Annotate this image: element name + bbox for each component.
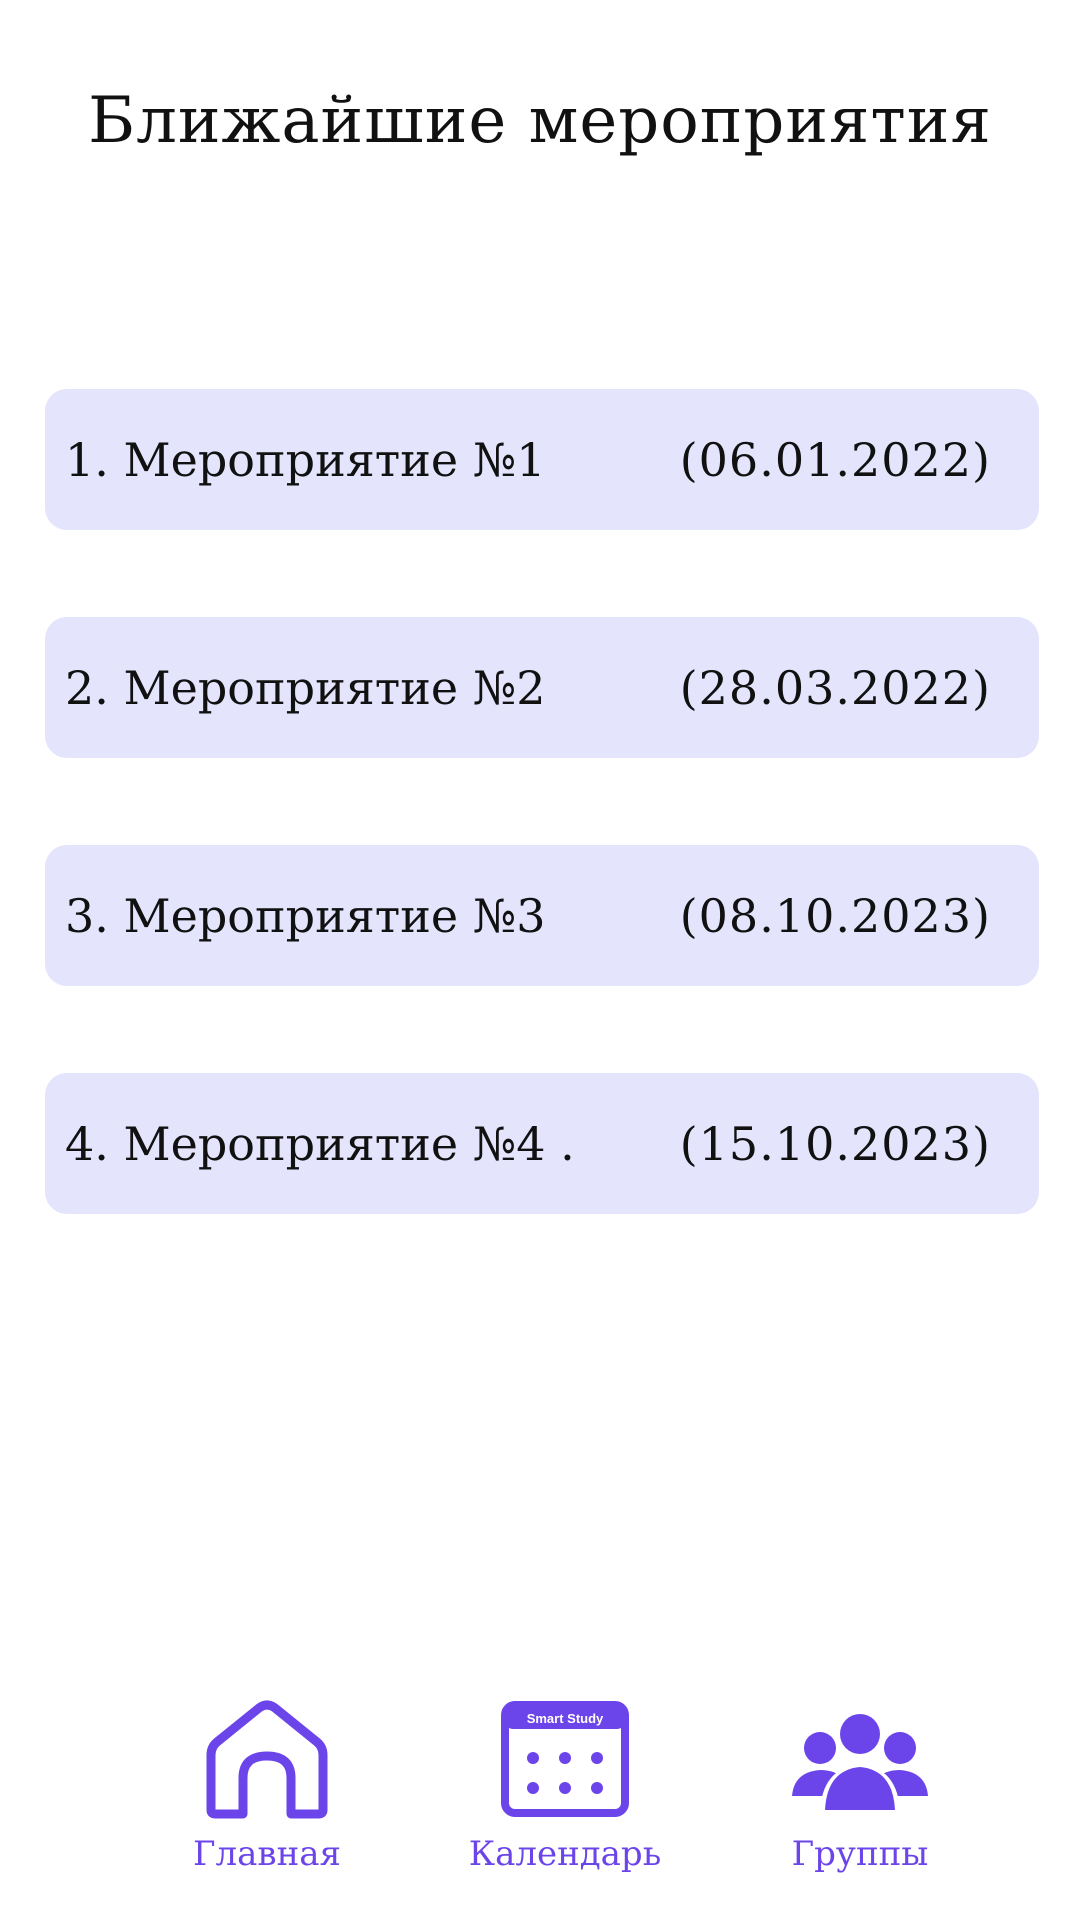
nav-calendar-button[interactable]: Smart Study Календарь	[445, 1700, 685, 1874]
event-date: (08.10.2023)	[679, 888, 991, 943]
event-date: (15.10.2023)	[679, 1116, 991, 1171]
event-card[interactable]: 3. Мероприятие №3 (08.10.2023)	[45, 845, 1039, 986]
event-card[interactable]: 2. Мероприятие №2 (28.03.2022)	[45, 617, 1039, 758]
event-date: (06.01.2022)	[679, 432, 991, 487]
home-icon	[206, 1700, 328, 1819]
page-title: Ближайшие мероприятия	[88, 84, 992, 158]
calendar-icon: Smart Study	[501, 1701, 629, 1817]
nav-home-label: Главная	[193, 1834, 341, 1874]
nav-calendar-label: Календарь	[468, 1834, 662, 1874]
event-card[interactable]: 4. Мероприятие №4 . (15.10.2023)	[45, 1073, 1039, 1214]
nav-home-button[interactable]: Главная	[147, 1700, 387, 1874]
event-card[interactable]: 1. Мероприятие №1 (06.01.2022)	[45, 389, 1039, 530]
event-date: (28.03.2022)	[679, 660, 991, 715]
event-title: 2. Мероприятие №2	[65, 660, 546, 715]
nav-groups-label: Группы	[791, 1834, 929, 1874]
event-title: 1. Мероприятие №1	[65, 432, 546, 487]
event-title: 4. Мероприятие №4 .	[65, 1116, 575, 1171]
bottom-nav: Главная Smart Study Календарь Группы	[0, 1700, 1080, 1890]
nav-groups-button[interactable]: Группы	[740, 1700, 980, 1874]
groups-icon	[792, 1710, 928, 1812]
event-list: 1. Мероприятие №1 (06.01.2022) 2. Меропр…	[45, 389, 1039, 1301]
calendar-icon-text: Smart Study	[527, 1711, 604, 1726]
event-title: 3. Мероприятие №3	[65, 888, 546, 943]
